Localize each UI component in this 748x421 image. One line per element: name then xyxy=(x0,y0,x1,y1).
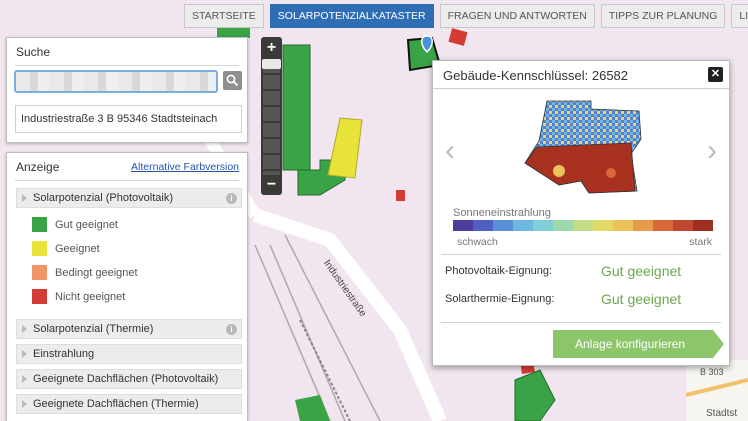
scale-segment xyxy=(533,220,553,231)
info-icon[interactable]: i xyxy=(226,193,237,204)
pv-suitability-label: Photovoltaik-Eignung: xyxy=(445,265,553,277)
prev-arrow-icon[interactable]: ‹ xyxy=(445,136,455,166)
legend-item: Nicht geeignet xyxy=(32,289,125,304)
scale-segment xyxy=(593,220,613,231)
tab-links[interactable]: LINKS xyxy=(731,4,748,28)
expand-triangle-icon xyxy=(22,350,27,358)
display-panel: Anzeige Alternative Farbversion Solarpot… xyxy=(6,152,248,421)
divider xyxy=(441,322,721,323)
tab-solarpotenzialkataster[interactable]: SOLARPOTENZIALKATASTER xyxy=(269,4,434,28)
next-arrow-icon[interactable]: › xyxy=(707,136,717,166)
scale-segment xyxy=(573,220,593,231)
section-label: Solarpotenzial (Thermie) xyxy=(33,323,154,335)
thermal-suitability-label: Solarthermie-Eignung: xyxy=(445,293,555,305)
scale-segment xyxy=(653,220,673,231)
road-label: B 303 xyxy=(700,367,724,377)
magnifier-icon xyxy=(226,74,239,87)
legend-item: Bedingt geeignet xyxy=(32,265,138,280)
legend-swatch xyxy=(32,217,47,232)
scale-segment xyxy=(473,220,493,231)
scale-segment xyxy=(453,220,473,231)
building-info-popup: Gebäude-Kennschlüssel: 26582 ✕ ‹ › Sonne… xyxy=(432,60,730,366)
section-label: Geeignete Dachflächen (Photovoltaik) xyxy=(33,373,219,385)
zoom-out-button[interactable]: − xyxy=(263,176,280,193)
pv-suitability-value: Gut geeignet xyxy=(601,263,682,279)
section-label: Solarpotenzial (Photovoltaik) xyxy=(33,192,174,204)
divider xyxy=(433,88,729,89)
zoom-slider-track[interactable] xyxy=(263,59,280,175)
divider xyxy=(15,65,239,66)
legend-swatch xyxy=(32,289,47,304)
info-icon[interactable]: i xyxy=(226,324,237,335)
alternative-color-link[interactable]: Alternative Farbversion xyxy=(131,161,239,173)
expand-triangle-icon xyxy=(22,375,27,383)
tab-fragen-und-antworten[interactable]: FRAGEN UND ANTWORTEN xyxy=(439,4,595,28)
section-einstrahlung[interactable]: Einstrahlung xyxy=(16,344,242,364)
legend-label: Gut geeignet xyxy=(55,218,118,231)
section-dachflaechen-photovoltaik[interactable]: Geeignete Dachflächen (Photovoltaik) xyxy=(16,369,242,389)
tab-tipps-zur-planung[interactable]: TIPPS ZUR PLANUNG xyxy=(600,4,726,28)
scale-segment xyxy=(553,220,573,231)
scale-label: Sonneneinstrahlung xyxy=(453,207,551,219)
legend-label: Nicht geeignet xyxy=(55,290,126,303)
section-solarpotenzial-thermie[interactable]: Solarpotenzial (Thermie) i xyxy=(16,319,242,339)
scale-min-label: schwach xyxy=(457,236,498,248)
legend-label: Bedingt geeignet xyxy=(55,266,138,279)
section-label: Einstrahlung xyxy=(33,348,95,360)
scale-max-label: stark xyxy=(689,236,712,248)
town-label: Stadtst xyxy=(706,408,738,419)
expand-triangle-icon xyxy=(22,194,27,202)
divider xyxy=(441,254,721,255)
display-title: Anzeige xyxy=(16,160,60,174)
zoom-in-button[interactable]: + xyxy=(263,39,280,56)
tab-startseite[interactable]: STARTSEITE xyxy=(184,4,264,28)
legend-swatch xyxy=(32,265,47,280)
divider xyxy=(15,180,239,181)
irradiance-scale-bar xyxy=(453,220,713,231)
section-dachflaechen-thermie[interactable]: Geeignete Dachflächen (Thermie) xyxy=(16,394,242,414)
zoom-control: + − xyxy=(261,37,282,195)
configure-system-button[interactable]: Anlage konfigurieren xyxy=(553,330,724,358)
section-solarpotenzial-photovoltaik[interactable]: Solarpotenzial (Photovoltaik) i xyxy=(16,188,242,208)
search-input[interactable] xyxy=(14,70,218,93)
scale-segment xyxy=(493,220,513,231)
scale-segment xyxy=(513,220,533,231)
top-navigation: STARTSEITE SOLARPOTENZIALKATASTER FRAGEN… xyxy=(184,4,748,28)
scale-segment xyxy=(693,220,713,231)
search-result[interactable]: Industriestraße 3 B 95346 Stadtsteinach xyxy=(15,105,242,133)
popup-title: Gebäude-Kennschlüssel: 26582 xyxy=(443,68,629,83)
roof-irradiance-image xyxy=(524,100,642,194)
expand-triangle-icon xyxy=(22,325,27,333)
scale-segment xyxy=(633,220,653,231)
search-button[interactable] xyxy=(223,71,242,90)
scale-segment xyxy=(613,220,633,231)
legend-item: Gut geeignet xyxy=(32,217,118,232)
scale-segment xyxy=(673,220,693,231)
section-label: Geeignete Dachflächen (Thermie) xyxy=(33,398,199,410)
thermal-suitability-value: Gut geeignet xyxy=(601,291,682,307)
search-panel: Suche Industriestraße 3 B 95346 Stadtste… xyxy=(6,37,248,143)
close-icon[interactable]: ✕ xyxy=(708,67,723,82)
legend-swatch xyxy=(32,241,47,256)
expand-triangle-icon xyxy=(22,400,27,408)
legend-item: Geeignet xyxy=(32,241,100,256)
search-title: Suche xyxy=(16,45,51,59)
legend-label: Geeignet xyxy=(55,242,100,255)
zoom-slider-handle[interactable] xyxy=(262,59,281,69)
